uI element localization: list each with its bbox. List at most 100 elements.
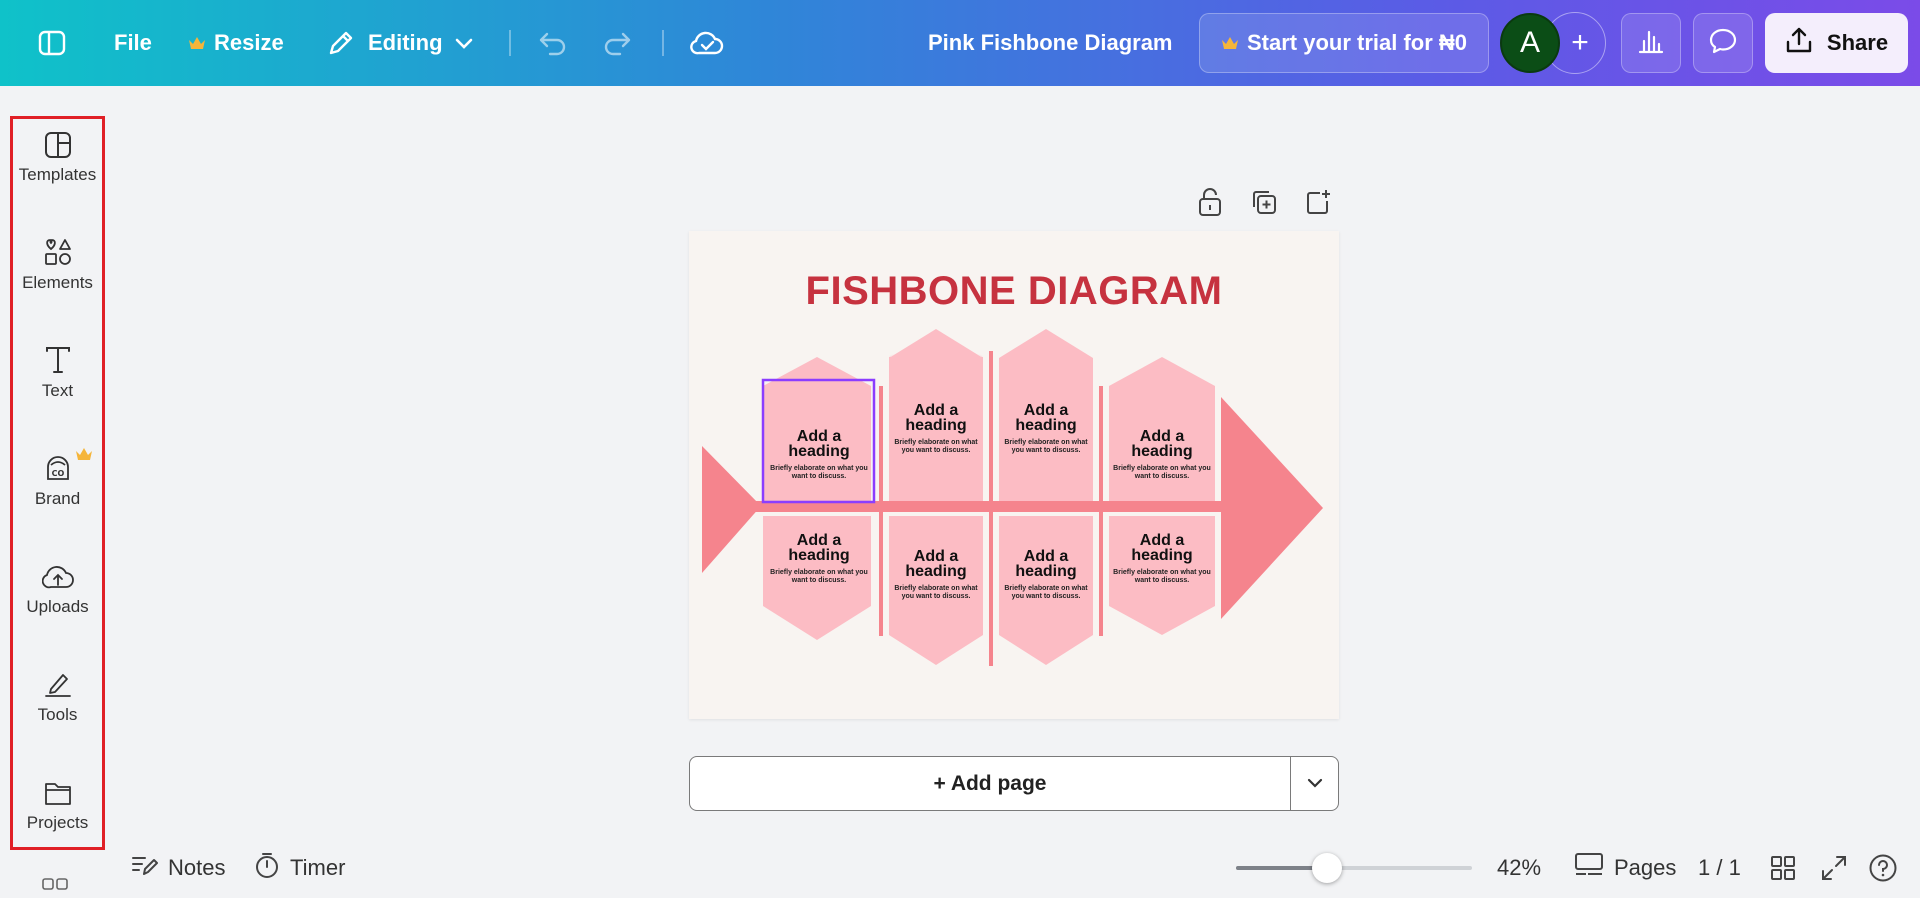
svg-text:CO: CO [51, 469, 64, 478]
notes-button[interactable]: Notes [130, 848, 225, 888]
chevron-down-icon [455, 37, 473, 49]
card-heading: Add a heading [1015, 402, 1077, 434]
sidebar-item-uploads[interactable]: Uploads [13, 547, 102, 647]
timer-icon [254, 851, 280, 885]
toolbar-divider [662, 30, 664, 56]
avatar[interactable]: A [1500, 13, 1560, 73]
add-page-options-button[interactable] [1291, 757, 1339, 810]
fishbone-card[interactable]: Add a heading Briefly elaborate on what … [769, 533, 869, 585]
sidebar-toggle-icon[interactable] [38, 0, 68, 86]
text-icon [43, 331, 73, 375]
tools-icon [43, 655, 73, 699]
fishbone-card[interactable]: Add a heading Briefly elaborate on what … [769, 429, 869, 481]
card-shape [889, 329, 983, 358]
fish-head [1221, 397, 1323, 619]
sidebar-item-label: Projects [26, 813, 89, 832]
upload-icon [1785, 26, 1813, 60]
bar-chart-icon [1637, 27, 1665, 60]
chevron-down-icon [1307, 775, 1323, 793]
design-canvas[interactable]: FISHBONE DIAGRAM Add a heading Briefly e… [689, 231, 1339, 719]
templates-icon [44, 119, 72, 159]
top-toolbar: File Resize Editing Pink Fishbone Diagra… [0, 0, 1920, 86]
fish-rib [989, 351, 993, 666]
grid-view-icon[interactable] [1770, 848, 1796, 888]
redo-icon[interactable] [602, 0, 632, 86]
crown-icon [188, 36, 206, 50]
sidebar-item-label: Tools [37, 705, 78, 724]
pages-icon [1574, 851, 1604, 885]
card-body: Briefly elaborate on what you want to di… [1113, 569, 1211, 584]
fish-rib [879, 386, 883, 636]
card-body: Briefly elaborate on what you want to di… [1004, 585, 1088, 600]
lock-icon[interactable] [1195, 187, 1225, 217]
zoom-percentage[interactable]: 42% [1497, 848, 1541, 888]
card-heading: Add a heading [905, 548, 967, 580]
card-body: Briefly elaborate on what you want to di… [770, 465, 868, 480]
editing-mode-dropdown[interactable]: Editing [326, 0, 473, 86]
fish-rib [1099, 386, 1103, 636]
card-body: Briefly elaborate on what you want to di… [1113, 465, 1211, 480]
sidebar-item-label: Templates [18, 165, 97, 184]
share-button[interactable]: Share [1765, 13, 1908, 73]
fishbone-card[interactable]: Add a heading Briefly elaborate on what … [1112, 429, 1212, 481]
document-title[interactable]: Pink Fishbone Diagram [928, 0, 1173, 86]
page-counter: 1 / 1 [1698, 855, 1741, 880]
left-sidebar: Templates Elements Text CO Brand Uploads… [10, 116, 105, 850]
cloud-saved-icon[interactable] [690, 0, 724, 86]
start-trial-button[interactable]: Start your trial for ₦0 [1199, 13, 1489, 73]
duplicate-page-icon[interactable] [1249, 187, 1279, 217]
resize-button[interactable]: Resize [188, 0, 284, 86]
zoom-slider-track[interactable] [1236, 866, 1472, 870]
file-menu-button[interactable]: File [114, 0, 152, 86]
elements-icon [43, 223, 73, 267]
card-body: Briefly elaborate on what you want to di… [894, 439, 978, 454]
card-shape [763, 357, 871, 386]
notes-icon [130, 852, 158, 884]
card-body: Briefly elaborate on what you want to di… [770, 569, 868, 584]
add-page-control: + Add page [689, 756, 1339, 811]
uploads-icon [41, 547, 74, 591]
card-heading: Add a heading [1015, 548, 1077, 580]
sidebar-item-label: Text [41, 381, 74, 400]
collaborators: + A [1498, 12, 1610, 74]
help-icon[interactable] [1868, 848, 1898, 888]
zoom-slider-handle[interactable] [1312, 853, 1342, 883]
brand-icon: CO [43, 439, 73, 483]
sidebar-item-label: Elements [22, 273, 93, 292]
card-heading: Add a heading [1131, 532, 1193, 564]
card-body: Briefly elaborate on what you want to di… [894, 585, 978, 600]
pages-button[interactable]: Pages [1574, 848, 1676, 888]
sidebar-item-elements[interactable]: Elements [13, 223, 102, 323]
sidebar-item-label: Uploads [26, 597, 89, 616]
comments-button[interactable] [1693, 13, 1753, 73]
timer-button[interactable]: Timer [254, 848, 345, 888]
sidebar-item-projects[interactable]: Projects [13, 763, 102, 847]
card-heading: Add a heading [788, 532, 850, 564]
fullscreen-icon[interactable] [1820, 848, 1848, 888]
fishbone-card[interactable]: Add a heading Briefly elaborate on what … [892, 549, 980, 601]
pencil-icon [326, 28, 356, 58]
insights-button[interactable] [1621, 13, 1681, 73]
add-page-icon[interactable] [1303, 187, 1333, 217]
card-heading: Add a heading [905, 402, 967, 434]
sidebar-item-tools[interactable]: Tools [13, 655, 102, 755]
comment-icon [1708, 26, 1738, 61]
projects-icon [43, 763, 73, 807]
sidebar-item-text[interactable]: Text [13, 331, 102, 431]
fishbone-card[interactable]: Add a heading Briefly elaborate on what … [892, 403, 980, 455]
sidebar-item-label: Brand [34, 489, 81, 508]
toolbar-divider [509, 30, 511, 56]
fishbone-card[interactable]: Add a heading Briefly elaborate on what … [1002, 403, 1090, 455]
fishbone-card[interactable]: Add a heading Briefly elaborate on what … [1002, 549, 1090, 601]
crown-icon [75, 447, 93, 466]
undo-icon[interactable] [538, 0, 568, 86]
fishbone-card[interactable]: Add a heading Briefly elaborate on what … [1112, 533, 1212, 585]
card-heading: Add a heading [1131, 428, 1193, 460]
apps-icon[interactable] [42, 878, 68, 890]
card-body: Briefly elaborate on what you want to di… [1004, 439, 1088, 454]
crown-icon [1221, 30, 1239, 56]
card-heading: Add a heading [788, 428, 850, 460]
add-page-button[interactable]: + Add page [690, 757, 1290, 810]
sidebar-item-templates[interactable]: Templates [13, 119, 102, 215]
sidebar-item-brand[interactable]: CO Brand [13, 439, 102, 539]
